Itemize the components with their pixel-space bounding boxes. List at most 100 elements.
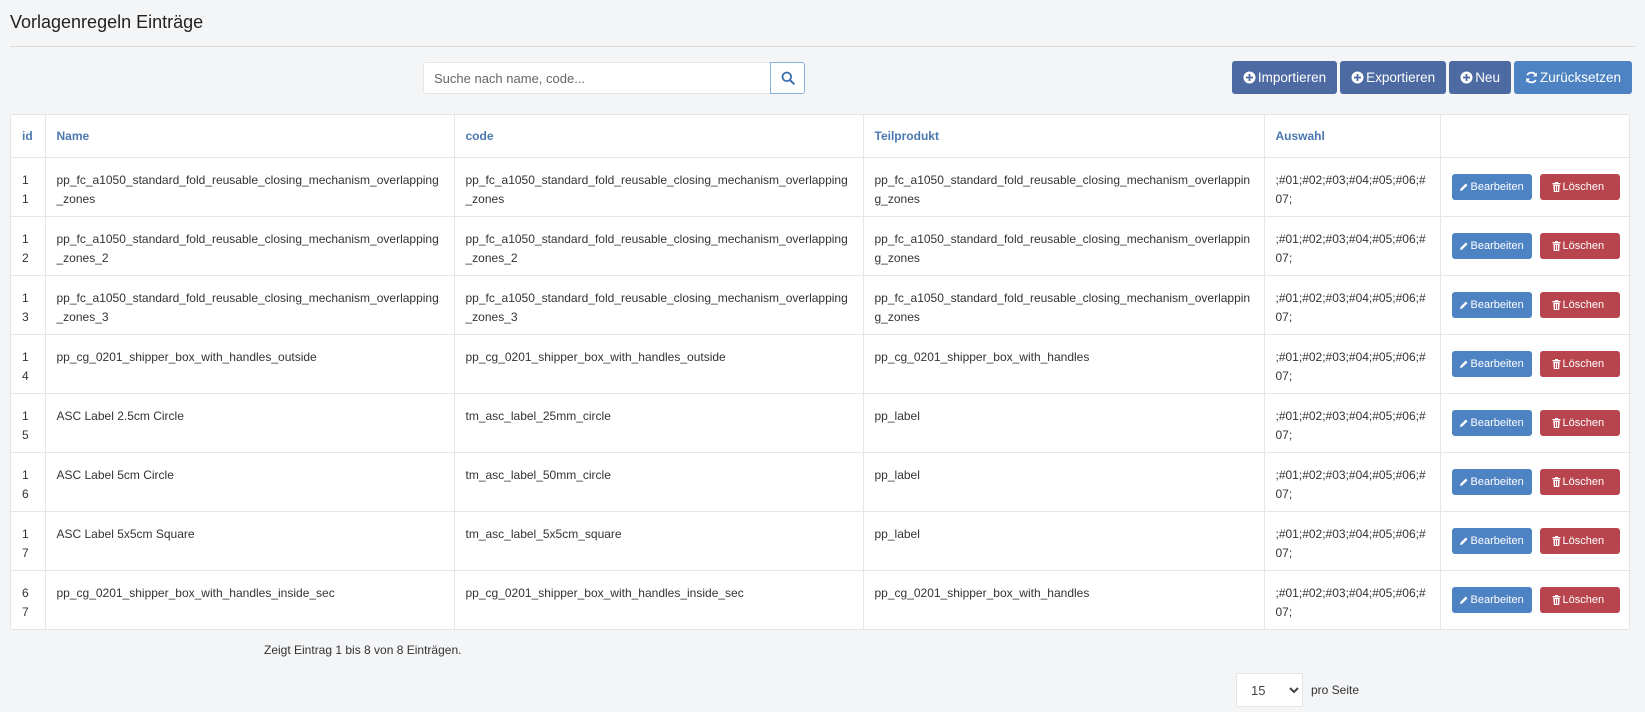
pencil-icon [1459,418,1469,428]
cell-actions: Bearbeiten Löschen [1440,216,1631,276]
edit-label: Bearbeiten [1470,593,1524,606]
cell-name: pp_fc_a1050_standard_fold_reusable_closi… [45,216,455,276]
search-icon [781,71,795,85]
table-row: 67 pp_cg_0201_shipper_box_with_handles_in… [11,570,1631,629]
delete-button[interactable]: Löschen [1539,409,1620,436]
edit-button[interactable]: Bearbeiten [1451,468,1532,495]
trash-icon [1552,181,1561,192]
cell-actions: Bearbeiten Löschen [1440,452,1631,512]
cell-actions: Bearbeiten Löschen [1440,157,1631,217]
delete-label: Löschen [1562,416,1605,429]
edit-button[interactable]: Bearbeiten [1451,586,1532,613]
plus-circle-icon [1351,71,1364,84]
edit-button[interactable]: Bearbeiten [1451,350,1532,377]
cell-id: 15 [11,393,46,453]
cell-name: ASC Label 5cm Circle [45,452,455,512]
cell-id: 12 [11,216,46,276]
column-header-auswahl[interactable]: Auswahl [1264,115,1441,158]
column-header-name[interactable]: Name [45,115,455,158]
edit-label: Bearbeiten [1470,357,1524,370]
per-page-label: pro Seite [1311,683,1360,697]
pencil-icon [1459,359,1469,369]
cell-auswahl: ;#01;#02;#03;#04;#05;#06;#07; [1264,511,1441,571]
trash-icon [1552,240,1561,251]
trash-icon [1552,358,1561,369]
delete-button[interactable]: Löschen [1539,468,1620,495]
pagination-status: Zeigt Eintrag 1 bis 8 von 8 Einträgen. [264,643,462,657]
delete-button[interactable]: Löschen [1539,173,1620,200]
cell-teilprodukt: pp_cg_0201_shipper_box_with_handles [863,334,1265,394]
cell-teilprodukt: pp_label [863,452,1265,512]
cell-name: ASC Label 5x5cm Square [45,511,455,571]
edit-button[interactable]: Bearbeiten [1451,527,1532,554]
delete-button[interactable]: Löschen [1539,291,1620,318]
refresh-icon [1525,71,1538,84]
edit-button[interactable]: Bearbeiten [1451,232,1532,259]
page-title: Vorlagenregeln Einträge [10,12,204,32]
edit-label: Bearbeiten [1470,534,1524,547]
edit-button[interactable]: Bearbeiten [1451,173,1532,200]
per-page-select[interactable]: 15 [1236,673,1303,707]
delete-button[interactable]: Löschen [1539,232,1620,259]
delete-button[interactable]: Löschen [1539,586,1620,613]
cell-actions: Bearbeiten Löschen [1440,511,1631,571]
column-header-teilprodukt[interactable]: Teilprodukt [863,115,1265,158]
cell-actions: Bearbeiten Löschen [1440,334,1631,394]
delete-button[interactable]: Löschen [1539,350,1620,377]
delete-button[interactable]: Löschen [1539,527,1620,554]
cell-auswahl: ;#01;#02;#03;#04;#05;#06;#07; [1264,275,1441,335]
plus-circle-icon [1243,71,1256,84]
edit-button[interactable]: Bearbeiten [1451,409,1532,436]
reset-button[interactable]: Zurücksetzen [1513,61,1632,94]
cell-id: 11 [11,157,46,217]
table-row: 13 pp_fc_a1050_standard_fold_reusable_clo… [11,275,1631,335]
new-label: Neu [1475,70,1500,85]
cell-id: 17 [11,511,46,571]
delete-label: Löschen [1562,239,1605,252]
cell-teilprodukt: pp_fc_a1050_standard_fold_reusable_closi… [863,275,1265,335]
export-label: Exportieren [1366,70,1436,85]
cell-teilprodukt: pp_fc_a1050_standard_fold_reusable_closi… [863,157,1265,217]
cell-name: ASC Label 2.5cm Circle [45,393,455,453]
column-header-code[interactable]: code [454,115,864,158]
cell-teilprodukt: pp_label [863,393,1265,453]
title-divider [10,46,1635,47]
import-button[interactable]: Importieren [1231,61,1338,94]
search-input[interactable] [423,62,770,94]
cell-auswahl: ;#01;#02;#03;#04;#05;#06;#07; [1264,393,1441,453]
cell-id: 14 [11,334,46,394]
entries-table: id Name code Teilprodukt Auswahl 11 pp_fc… [10,114,1631,630]
plus-circle-icon [1460,71,1473,84]
cell-teilprodukt: pp_fc_a1050_standard_fold_reusable_closi… [863,216,1265,276]
toolbar: Importieren Exportieren Neu Zurücksetzen [1231,61,1632,94]
edit-label: Bearbeiten [1470,239,1524,252]
cell-code: pp_fc_a1050_standard_fold_reusable_closi… [454,275,864,335]
reset-label: Zurücksetzen [1539,70,1621,85]
import-label: Importieren [1257,70,1327,85]
cell-code: pp_cg_0201_shipper_box_with_handles_insi… [454,570,864,629]
edit-label: Bearbeiten [1470,416,1524,429]
export-button[interactable]: Exportieren [1340,61,1447,94]
table-row: 11 pp_fc_a1050_standard_fold_reusable_clo… [11,157,1631,217]
trash-icon [1552,594,1561,605]
cell-name: pp_cg_0201_shipper_box_with_handles_outs… [45,334,455,394]
pencil-icon [1459,182,1469,192]
table-row: 15 ASC Label 2.5cm Circle tm_asc_label_25m… [11,393,1631,453]
page: Vorlagenregeln Einträge Importieren Expo… [0,0,1645,712]
pencil-icon [1459,241,1469,251]
cell-actions: Bearbeiten Löschen [1440,275,1631,335]
trash-icon [1552,535,1561,546]
edit-button[interactable]: Bearbeiten [1451,291,1532,318]
cell-name: pp_cg_0201_shipper_box_with_handles_insi… [45,570,455,629]
cell-id: 13 [11,275,46,335]
delete-label: Löschen [1562,593,1605,606]
edit-label: Bearbeiten [1470,298,1524,311]
search-button[interactable] [770,62,805,94]
per-page-group: 15 pro Seite [1236,673,1359,707]
cell-name: pp_fc_a1050_standard_fold_reusable_closi… [45,157,455,217]
trash-icon [1552,417,1561,428]
column-header-id[interactable]: id [11,115,46,158]
table-row: 14 pp_cg_0201_shipper_box_with_handles_ou… [11,334,1631,394]
new-button[interactable]: Neu [1449,61,1511,94]
table-row: 17 ASC Label 5x5cm Square tm_asc_label_5x5… [11,511,1631,571]
